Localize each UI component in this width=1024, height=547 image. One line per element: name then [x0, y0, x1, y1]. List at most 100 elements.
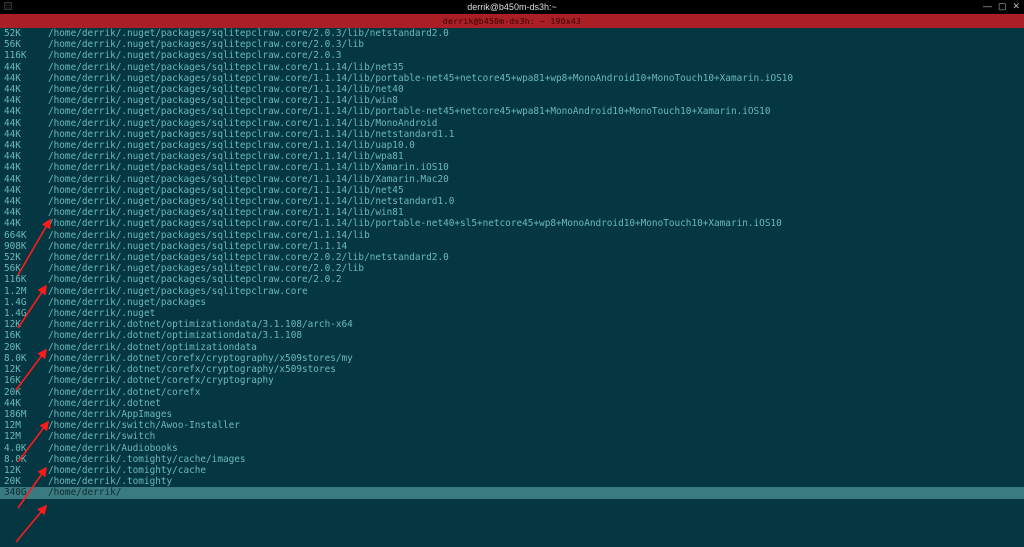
size-value: 12K: [0, 319, 40, 330]
output-row: 116K/home/derrik/.nuget/packages/sqlitep…: [0, 50, 1024, 61]
size-value: 44K: [0, 84, 40, 95]
output-row: 4.0K/home/derrik/Audiobooks: [0, 443, 1024, 454]
output-row: 44K/home/derrik/.nuget/packages/sqlitepc…: [0, 196, 1024, 207]
path-value: /home/derrik/.nuget/packages/sqlitepclra…: [48, 28, 1024, 39]
size-value: 44K: [0, 162, 40, 173]
size-value: 56K: [0, 39, 40, 50]
path-value: /home/derrik/.nuget/packages/sqlitepclra…: [48, 263, 1024, 274]
output-row: 44K/home/derrik/.nuget/packages/sqlitepc…: [0, 174, 1024, 185]
output-row: 44K/home/derrik/.nuget/packages/sqlitepc…: [0, 185, 1024, 196]
size-value: 20K: [0, 476, 40, 487]
size-value: 4.0K: [0, 443, 40, 454]
output-row: 20K/home/derrik/.tomighty: [0, 476, 1024, 487]
output-row: 12M/home/derrik/switch: [0, 431, 1024, 442]
maximize-button[interactable]: ▢: [998, 1, 1007, 12]
size-value: 56K: [0, 263, 40, 274]
size-value: 16K: [0, 375, 40, 386]
output-row: 44K/home/derrik/.nuget/packages/sqlitepc…: [0, 129, 1024, 140]
path-value: /home/derrik/.nuget/packages/sqlitepclra…: [48, 207, 1024, 218]
output-row: 12K/home/derrik/.tomighty/cache: [0, 465, 1024, 476]
path-value: /home/derrik/.nuget/packages/sqlitepclra…: [48, 162, 1024, 173]
path-value: /home/derrik/.nuget/packages/sqlitepclra…: [48, 62, 1024, 73]
size-value: 44K: [0, 398, 40, 409]
output-row: 340G/home/derrik/: [0, 487, 1024, 498]
path-value: /home/derrik/.nuget/packages/sqlitepclra…: [48, 50, 1024, 61]
output-row: 186M/home/derrik/AppImages: [0, 409, 1024, 420]
size-value: 44K: [0, 174, 40, 185]
size-value: 908K: [0, 241, 40, 252]
size-value: 44K: [0, 140, 40, 151]
minimize-button[interactable]: —: [983, 1, 992, 12]
output-row: 1.4G/home/derrik/.nuget/packages: [0, 297, 1024, 308]
size-value: 44K: [0, 151, 40, 162]
path-value: /home/derrik/AppImages: [48, 409, 1024, 420]
size-value: 116K: [0, 50, 40, 61]
path-value: /home/derrik/.nuget/packages/sqlitepclra…: [48, 252, 1024, 263]
path-value: /home/derrik/.nuget/packages/sqlitepclra…: [48, 218, 1024, 229]
output-row: 56K/home/derrik/.nuget/packages/sqlitepc…: [0, 263, 1024, 274]
path-value: /home/derrik/Audiobooks: [48, 443, 1024, 454]
output-row: 56K/home/derrik/.nuget/packages/sqlitepc…: [0, 39, 1024, 50]
output-row: 44K/home/derrik/.nuget/packages/sqlitepc…: [0, 106, 1024, 117]
size-value: 44K: [0, 218, 40, 229]
path-value: /home/derrik/.tomighty/cache/images: [48, 454, 1024, 465]
path-value: /home/derrik/.nuget/packages/sqlitepclra…: [48, 129, 1024, 140]
output-row: 52K/home/derrik/.nuget/packages/sqlitepc…: [0, 252, 1024, 263]
path-value: /home/derrik/.nuget/packages/sqlitepclra…: [48, 140, 1024, 151]
path-value: /home/derrik/switch: [48, 431, 1024, 442]
output-row: 44K/home/derrik/.nuget/packages/sqlitepc…: [0, 84, 1024, 95]
path-value: /home/derrik/.nuget/packages/sqlitepclra…: [48, 174, 1024, 185]
size-value: 340G: [0, 487, 40, 498]
path-value: /home/derrik/.dotnet/optimizationdata/3.…: [48, 330, 1024, 341]
path-value: /home/derrik/.dotnet/corefx/cryptography: [48, 375, 1024, 386]
path-value: /home/derrik/.nuget/packages/sqlitepclra…: [48, 73, 1024, 84]
path-value: /home/derrik/.nuget/packages/sqlitepclra…: [48, 196, 1024, 207]
size-value: 52K: [0, 252, 40, 263]
output-row: 44K/home/derrik/.nuget/packages/sqlitepc…: [0, 95, 1024, 106]
size-value: 12K: [0, 364, 40, 375]
output-row: 44K/home/derrik/.nuget/packages/sqlitepc…: [0, 207, 1024, 218]
size-value: 116K: [0, 274, 40, 285]
path-value: /home/derrik/.dotnet/corefx: [48, 387, 1024, 398]
window-titlebar[interactable]: derrik@b450m-ds3h:~ — ▢ ✕: [0, 0, 1024, 14]
size-value: 20K: [0, 342, 40, 353]
output-row: 44K/home/derrik/.nuget/packages/sqlitepc…: [0, 118, 1024, 129]
output-row: 44K/home/derrik/.nuget/packages/sqlitepc…: [0, 151, 1024, 162]
output-row: 44K/home/derrik/.nuget/packages/sqlitepc…: [0, 73, 1024, 84]
size-value: 12M: [0, 420, 40, 431]
output-row: 1.2M/home/derrik/.nuget/packages/sqlitep…: [0, 286, 1024, 297]
size-value: 12M: [0, 431, 40, 442]
terminal-tab[interactable]: derrik@b450m-ds3h: ~ 190x43: [0, 14, 1024, 28]
size-value: 44K: [0, 62, 40, 73]
size-value: 44K: [0, 73, 40, 84]
path-value: /home/derrik/.nuget/packages/sqlitepclra…: [48, 151, 1024, 162]
size-value: 44K: [0, 106, 40, 117]
path-value: /home/derrik/.nuget/packages/sqlitepclra…: [48, 286, 1024, 297]
output-row: 52K/home/derrik/.nuget/packages/sqlitepc…: [0, 28, 1024, 39]
output-row: 8.0K/home/derrik/.dotnet/corefx/cryptogr…: [0, 353, 1024, 364]
path-value: /home/derrik/.dotnet/corefx/cryptography…: [48, 364, 1024, 375]
output-row: 20K/home/derrik/.dotnet/optimizationdata: [0, 342, 1024, 353]
window-title: derrik@b450m-ds3h:~: [467, 2, 556, 12]
size-value: 44K: [0, 129, 40, 140]
path-value: /home/derrik/.nuget/packages/sqlitepclra…: [48, 84, 1024, 95]
path-value: /home/derrik/.nuget/packages/sqlitepclra…: [48, 241, 1024, 252]
size-value: 16K: [0, 330, 40, 341]
output-row: 16K/home/derrik/.dotnet/corefx/cryptogra…: [0, 375, 1024, 386]
size-value: 20K: [0, 387, 40, 398]
size-value: 44K: [0, 118, 40, 129]
close-button[interactable]: ✕: [1012, 1, 1020, 12]
output-row: 16K/home/derrik/.dotnet/optimizationdata…: [0, 330, 1024, 341]
path-value: /home/derrik/.dotnet/optimizationdata: [48, 342, 1024, 353]
path-value: /home/derrik/.nuget/packages/sqlitepclra…: [48, 106, 1024, 117]
output-row: 44K/home/derrik/.nuget/packages/sqlitepc…: [0, 162, 1024, 173]
path-value: /home/derrik/switch/Awoo-Installer: [48, 420, 1024, 431]
output-row: 12K/home/derrik/.dotnet/optimizationdata…: [0, 319, 1024, 330]
terminal-output[interactable]: 52K/home/derrik/.nuget/packages/sqlitepc…: [0, 28, 1024, 547]
output-row: 12K/home/derrik/.dotnet/corefx/cryptogra…: [0, 364, 1024, 375]
path-value: /home/derrik/.nuget/packages/sqlitepclra…: [48, 118, 1024, 129]
path-value: /home/derrik/.tomighty: [48, 476, 1024, 487]
path-value: /home/derrik/.nuget/packages/sqlitepclra…: [48, 39, 1024, 50]
terminal-tab-label: derrik@b450m-ds3h: ~ 190x43: [443, 17, 581, 26]
size-value: 664K: [0, 230, 40, 241]
